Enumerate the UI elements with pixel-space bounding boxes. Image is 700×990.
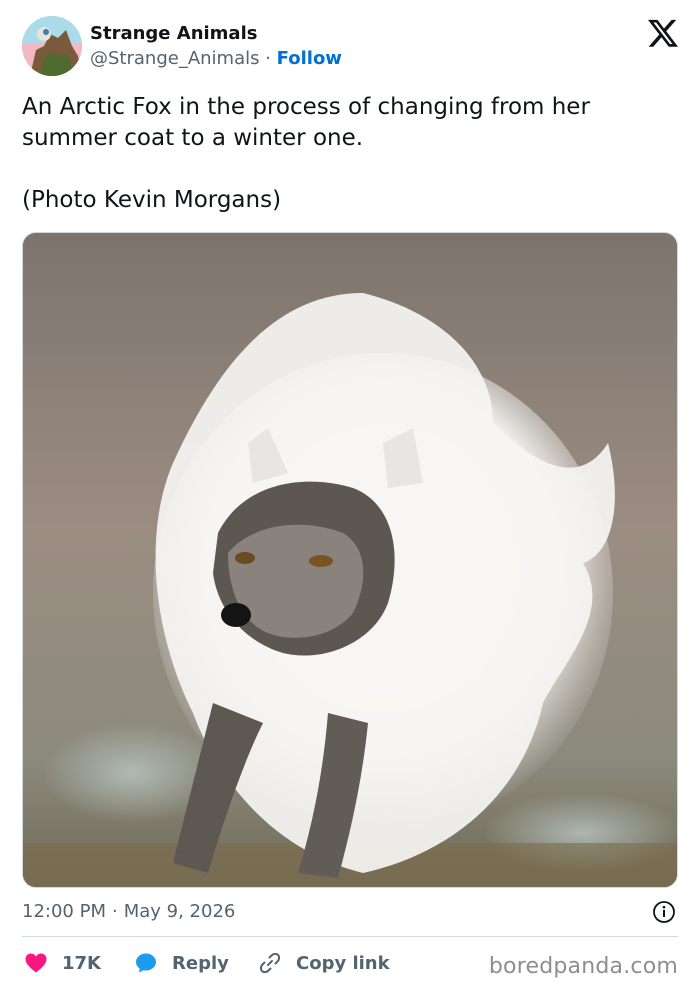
copy-link-label: Copy link [296, 952, 390, 974]
like-button[interactable]: 17K [24, 948, 101, 978]
watermark: boredpanda.com [488, 954, 678, 979]
display-name[interactable]: Strange Animals [90, 22, 342, 46]
handle[interactable]: @Strange_Animals [90, 48, 260, 69]
heart-icon [25, 953, 47, 973]
like-count: 17K [62, 952, 101, 974]
link-icon [259, 952, 281, 974]
handle-line: @Strange_Animals · Follow [90, 47, 342, 71]
copy-link-button[interactable]: Copy link [258, 948, 390, 978]
avatar[interactable] [22, 16, 82, 76]
arctic-fox-photo [23, 233, 677, 887]
tweet-date[interactable]: May 9, 2026 [124, 901, 236, 922]
tweet-photo[interactable] [22, 232, 678, 888]
reply-button[interactable]: Reply [134, 948, 229, 978]
tweet-meta: 12:00 PM · May 9, 2026 [22, 898, 678, 926]
speech-bubble-icon [136, 953, 156, 973]
meta-separator: · [111, 901, 118, 922]
tweet-text: An Arctic Fox in the process of changing… [22, 94, 590, 213]
info-icon[interactable] [652, 900, 676, 924]
tweet-header: Strange Animals @Strange_Animals · Follo… [22, 16, 678, 78]
tweet-time[interactable]: 12:00 PM [22, 901, 106, 922]
handle-separator: · [259, 48, 277, 69]
x-logo-icon[interactable] [648, 18, 678, 48]
follow-button[interactable]: Follow [277, 48, 342, 69]
divider [22, 936, 678, 937]
author-info: Strange Animals @Strange_Animals · Follo… [90, 22, 342, 71]
reply-label: Reply [172, 952, 229, 974]
